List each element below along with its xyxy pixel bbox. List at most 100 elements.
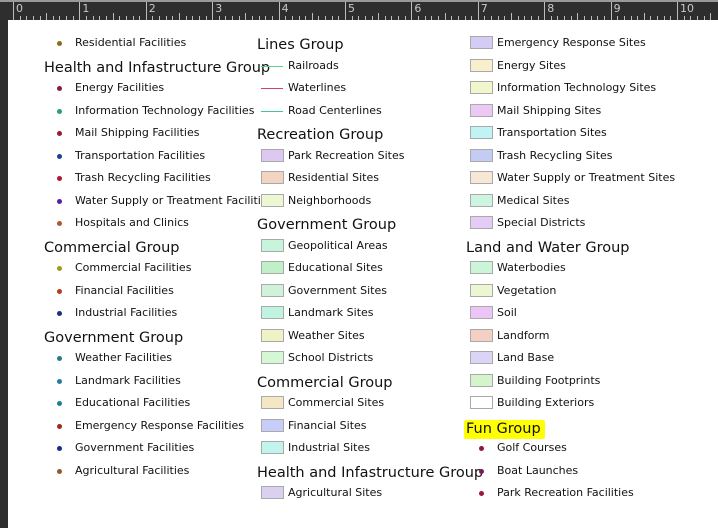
ruler-tick bbox=[218, 16, 220, 20]
ruler-tick bbox=[152, 16, 154, 20]
legend-item-label: Waterlines bbox=[288, 81, 347, 94]
polygon-swatch-icon bbox=[470, 126, 493, 139]
legend-item-label: Medical Sites bbox=[497, 193, 570, 207]
ruler-tick bbox=[179, 13, 180, 20]
ruler-tick bbox=[597, 16, 599, 20]
ruler-tick bbox=[623, 16, 625, 20]
legend-item-label: Educational Facilities bbox=[75, 396, 191, 409]
ruler-tick bbox=[59, 16, 61, 20]
polygon-swatch-icon bbox=[470, 103, 493, 117]
ruler-tick bbox=[637, 16, 639, 20]
legend-item-label: Trash Recycling Facilities bbox=[75, 171, 211, 184]
ruler-tick bbox=[198, 16, 200, 20]
ruler-tick bbox=[630, 16, 632, 20]
group-heading-label: Land and Water Group bbox=[466, 239, 630, 256]
ruler-tick bbox=[119, 16, 121, 20]
ruler-tick bbox=[245, 13, 247, 20]
legend-item-label: Residential Sites bbox=[288, 171, 379, 184]
ruler-tick bbox=[338, 16, 340, 20]
ruler-tick bbox=[418, 16, 420, 20]
legend-item-label: School Districts bbox=[288, 351, 374, 364]
legend-item-label: Vegetation bbox=[497, 283, 557, 297]
ruler-tick bbox=[232, 16, 234, 20]
vertical-ruler[interactable] bbox=[0, 20, 8, 528]
polygon-swatch-icon bbox=[261, 396, 284, 409]
ruler-tick bbox=[32, 16, 34, 20]
point-symbol-icon bbox=[57, 108, 62, 114]
group-heading-label: Government Group bbox=[257, 217, 397, 233]
legend-item-label: Land Base bbox=[497, 351, 555, 364]
ruler-tick bbox=[112, 13, 114, 20]
legend-item-label: Agricultural Facilities bbox=[75, 463, 190, 477]
ruler-tick bbox=[66, 16, 68, 20]
ruler-tick bbox=[424, 16, 426, 20]
ruler-tick bbox=[477, 2, 479, 20]
legend-item-label: Special Districts bbox=[497, 216, 586, 229]
point-symbol-icon bbox=[57, 288, 62, 294]
polygon-swatch-icon bbox=[470, 216, 493, 229]
polygon-swatch-icon bbox=[261, 306, 284, 319]
group-heading-label: Government Group bbox=[44, 329, 184, 346]
ruler-tick bbox=[570, 16, 572, 20]
ruler-label: 6 bbox=[414, 2, 422, 15]
ruler-tick bbox=[278, 2, 280, 20]
ruler-tick bbox=[238, 16, 240, 20]
legend-item-label: Weather Facilities bbox=[75, 351, 172, 364]
ruler-tick bbox=[285, 16, 287, 20]
legend-item-label: Transportation Sites bbox=[497, 126, 607, 139]
ruler-tick bbox=[19, 16, 21, 20]
ruler-tick bbox=[345, 2, 346, 20]
line-symbol-icon bbox=[261, 110, 283, 112]
group-heading-label: Commercial Group bbox=[257, 374, 393, 391]
ruler-tick bbox=[690, 16, 692, 20]
legend-item-label: Information Technology Sites bbox=[497, 81, 657, 94]
ruler-tick bbox=[643, 13, 645, 20]
legend-item-label: Park Recreation Sites bbox=[288, 148, 405, 162]
point-symbol-icon bbox=[57, 131, 62, 136]
ruler-tick bbox=[404, 16, 406, 20]
point-symbol-icon bbox=[479, 446, 484, 451]
ruler-tick bbox=[325, 16, 327, 20]
ruler-tick bbox=[398, 16, 400, 20]
ruler-label: 5 bbox=[348, 2, 355, 15]
ruler-tick bbox=[86, 16, 88, 20]
polygon-swatch-icon bbox=[470, 373, 493, 387]
ruler-tick bbox=[497, 16, 499, 20]
legend-item-label: Commercial Sites bbox=[288, 396, 385, 409]
polygon-swatch-icon bbox=[470, 328, 493, 342]
ruler-tick bbox=[92, 16, 94, 20]
legend-item-label: Educational Sites bbox=[288, 261, 383, 274]
legend-item-label: Financial Sites bbox=[288, 418, 367, 432]
legend-item-label: Government Facilities bbox=[75, 441, 195, 454]
ruler-tick bbox=[331, 16, 333, 20]
ruler-tick bbox=[451, 16, 453, 20]
ruler-tick bbox=[530, 16, 532, 20]
legend-item-label: Building Footprints bbox=[497, 373, 601, 387]
ruler-label: 7 bbox=[480, 2, 488, 15]
ruler-tick bbox=[172, 16, 174, 20]
ruler-tick bbox=[444, 13, 446, 20]
ruler-tick bbox=[584, 16, 586, 20]
ruler-tick bbox=[564, 16, 566, 20]
ruler-label: 0 bbox=[16, 2, 23, 15]
point-symbol-icon bbox=[57, 86, 62, 91]
legend-item-label: Soil bbox=[497, 306, 517, 319]
legend-item-label: Transportation Facilities bbox=[75, 148, 206, 162]
ruler-tick bbox=[252, 16, 254, 20]
polygon-swatch-icon bbox=[470, 58, 493, 72]
point-symbol-icon bbox=[57, 356, 62, 361]
ruler-tick bbox=[225, 16, 227, 20]
legend-item-label: Weather Sites bbox=[288, 328, 365, 342]
legend-item-label: Building Exteriors bbox=[497, 396, 595, 409]
ruler-tick bbox=[371, 16, 373, 20]
horizontal-ruler[interactable]: 0 1 2 3 4 5 6 7 8 9 10 bbox=[0, 0, 718, 20]
legend-item-label: Park Recreation Facilities bbox=[497, 486, 634, 499]
ruler-tick bbox=[484, 16, 486, 20]
legend-item-label: Road Centerlines bbox=[288, 103, 382, 117]
ruler-tick bbox=[511, 13, 512, 20]
ruler-tick bbox=[391, 16, 393, 20]
ruler-tick bbox=[677, 2, 678, 20]
ruler-tick bbox=[298, 16, 300, 20]
point-symbol-icon bbox=[57, 266, 62, 271]
legend-item-label: Residential Facilities bbox=[75, 36, 187, 49]
